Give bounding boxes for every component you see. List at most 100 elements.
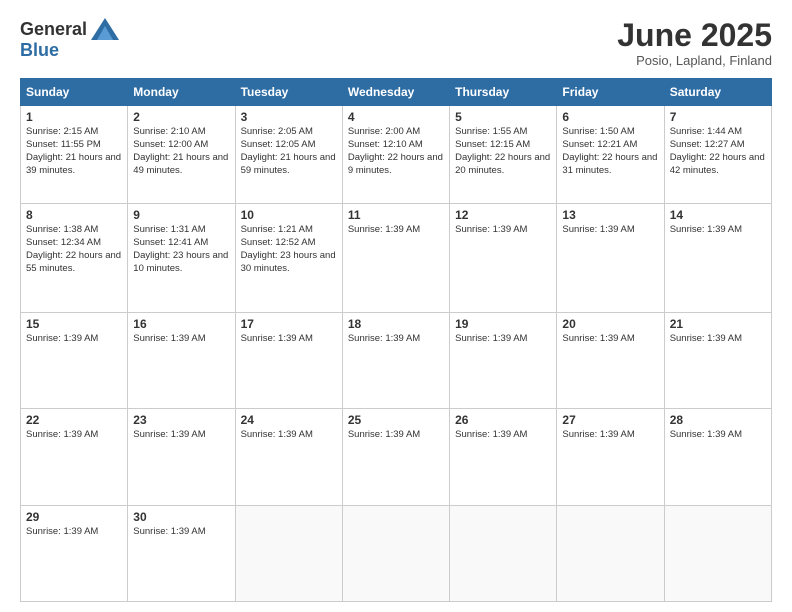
day-info: Sunrise: 1:44 AM Sunset: 12:27 AM Daylig… <box>670 126 766 177</box>
table-row: 28 Sunrise: 1:39 AM <box>664 409 771 505</box>
col-thursday: Thursday <box>450 79 557 106</box>
table-row: 15Sunrise: 1:39 AM <box>21 313 128 409</box>
day-number: 27 <box>562 413 658 427</box>
table-row: 13 Sunrise: 1:39 AM <box>557 204 664 313</box>
day-number: 20 <box>562 317 658 331</box>
table-row: 21 Sunrise: 1:39 AM <box>664 313 771 409</box>
table-row: 7 Sunrise: 1:44 AM Sunset: 12:27 AM Dayli… <box>664 106 771 204</box>
title-block: June 2025 Posio, Lapland, Finland <box>617 18 772 68</box>
day-info: Sunrise: 2:05 AM Sunset: 12:05 AM Daylig… <box>241 126 337 177</box>
day-info: Sunrise: 1:39 AM <box>133 429 229 442</box>
day-info: Sunrise: 1:39 AM <box>455 429 551 442</box>
day-info: Sunrise: 2:00 AM Sunset: 12:10 AM Daylig… <box>348 126 444 177</box>
day-number: 23 <box>133 413 229 427</box>
table-row: 9 Sunrise: 1:31 AM Sunset: 12:41 AM Dayli… <box>128 204 235 313</box>
day-info: Sunrise: 1:39 AM <box>670 224 766 237</box>
table-row <box>557 505 664 601</box>
table-row: 12 Sunrise: 1:39 AM <box>450 204 557 313</box>
day-number: 29 <box>26 510 122 524</box>
day-number: 3 <box>241 110 337 124</box>
day-number: 4 <box>348 110 444 124</box>
table-row <box>235 505 342 601</box>
day-info: Sunrise: 1:55 AM Sunset: 12:15 AM Daylig… <box>455 126 551 177</box>
table-row <box>342 505 449 601</box>
day-number: 11 <box>348 208 444 222</box>
table-row: 20Sunrise: 1:39 AM <box>557 313 664 409</box>
calendar-week-row: 22 Sunrise: 1:39 AM 23 Sunrise: 1:39 AM 24 Su… <box>21 409 772 505</box>
calendar-week-row: 8 Sunrise: 1:38 AM Sunset: 12:34 AM Dayli… <box>21 204 772 313</box>
table-row: 30Sunrise: 1:39 AM <box>128 505 235 601</box>
table-row: 1 Sunrise: 2:15 AM Sunset: 11:55 PM Dayli… <box>21 106 128 204</box>
logo-blue: Blue <box>20 40 59 60</box>
table-row: 17Sunrise: 1:39 AM <box>235 313 342 409</box>
col-friday: Friday <box>557 79 664 106</box>
day-info: Sunrise: 2:15 AM Sunset: 11:55 PM Daylig… <box>26 126 122 177</box>
table-row: 2 Sunrise: 2:10 AM Sunset: 12:00 AM Dayli… <box>128 106 235 204</box>
day-number: 26 <box>455 413 551 427</box>
day-number: 25 <box>348 413 444 427</box>
day-number: 10 <box>241 208 337 222</box>
day-info: Sunrise: 1:31 AM Sunset: 12:41 AM Daylig… <box>133 224 229 275</box>
day-info: Sunrise: 1:21 AM Sunset: 12:52 AM Daylig… <box>241 224 337 275</box>
day-number: 15 <box>26 317 122 331</box>
day-number: 2 <box>133 110 229 124</box>
table-row: 10 Sunrise: 1:21 AM Sunset: 12:52 AM Dayl… <box>235 204 342 313</box>
logo-icon <box>91 18 119 40</box>
header: General Blue June 2025 Posio, Lapland, F… <box>20 18 772 68</box>
location: Posio, Lapland, Finland <box>617 53 772 68</box>
day-number: 18 <box>348 317 444 331</box>
col-tuesday: Tuesday <box>235 79 342 106</box>
calendar: Sunday Monday Tuesday Wednesday Thursday… <box>20 78 772 602</box>
day-number: 14 <box>670 208 766 222</box>
day-info: Sunrise: 1:39 AM <box>348 333 444 346</box>
table-row: 14 Sunrise: 1:39 AM <box>664 204 771 313</box>
day-number: 6 <box>562 110 658 124</box>
table-row: 5 Sunrise: 1:55 AM Sunset: 12:15 AM Dayli… <box>450 106 557 204</box>
day-info: Sunrise: 1:39 AM <box>348 429 444 442</box>
day-number: 1 <box>26 110 122 124</box>
table-row: 26 Sunrise: 1:39 AM <box>450 409 557 505</box>
table-row: 3 Sunrise: 2:05 AM Sunset: 12:05 AM Dayli… <box>235 106 342 204</box>
table-row: 18 Sunrise: 1:39 AM <box>342 313 449 409</box>
day-info: Sunrise: 1:39 AM <box>562 224 658 237</box>
col-sunday: Sunday <box>21 79 128 106</box>
day-info: Sunrise: 1:39 AM <box>562 429 658 442</box>
day-info: Sunrise: 1:39 AM <box>241 429 337 442</box>
table-row: 11 Sunrise: 1:39 AM <box>342 204 449 313</box>
page: General Blue June 2025 Posio, Lapland, F… <box>0 0 792 612</box>
day-number: 5 <box>455 110 551 124</box>
day-number: 17 <box>241 317 337 331</box>
day-info: Sunrise: 1:39 AM <box>455 224 551 237</box>
day-number: 9 <box>133 208 229 222</box>
day-info: Sunrise: 1:39 AM <box>133 526 229 539</box>
day-info: Sunrise: 1:39 AM <box>670 333 766 346</box>
day-number: 12 <box>455 208 551 222</box>
day-info: Sunrise: 1:38 AM Sunset: 12:34 AM Daylig… <box>26 224 122 275</box>
table-row: 24 Sunrise: 1:39 AM <box>235 409 342 505</box>
calendar-week-row: 29Sunrise: 1:39 AM30Sunrise: 1:39 AM <box>21 505 772 601</box>
table-row: 27 Sunrise: 1:39 AM <box>557 409 664 505</box>
day-number: 22 <box>26 413 122 427</box>
day-info: Sunrise: 1:50 AM Sunset: 12:21 AM Daylig… <box>562 126 658 177</box>
logo: General Blue <box>20 18 119 61</box>
table-row: 19Sunrise: 1:39 AM <box>450 313 557 409</box>
col-saturday: Saturday <box>664 79 771 106</box>
day-number: 21 <box>670 317 766 331</box>
day-info: Sunrise: 1:39 AM <box>348 224 444 237</box>
table-row <box>664 505 771 601</box>
day-number: 13 <box>562 208 658 222</box>
day-number: 7 <box>670 110 766 124</box>
calendar-header-row: Sunday Monday Tuesday Wednesday Thursday… <box>21 79 772 106</box>
table-row: 8 Sunrise: 1:38 AM Sunset: 12:34 AM Dayli… <box>21 204 128 313</box>
day-info: Sunrise: 2:10 AM Sunset: 12:00 AM Daylig… <box>133 126 229 177</box>
month-year: June 2025 <box>617 18 772 53</box>
day-number: 24 <box>241 413 337 427</box>
day-info: Sunrise: 1:39 AM <box>133 333 229 346</box>
table-row: 29 Sunrise: 1:39 AM <box>21 505 128 601</box>
day-info: Sunrise: 1:39 AM <box>26 429 122 442</box>
day-number: 28 <box>670 413 766 427</box>
day-number: 8 <box>26 208 122 222</box>
day-info: Sunrise: 1:39 AM <box>26 526 122 539</box>
col-wednesday: Wednesday <box>342 79 449 106</box>
day-info: Sunrise: 1:39 AM <box>670 429 766 442</box>
